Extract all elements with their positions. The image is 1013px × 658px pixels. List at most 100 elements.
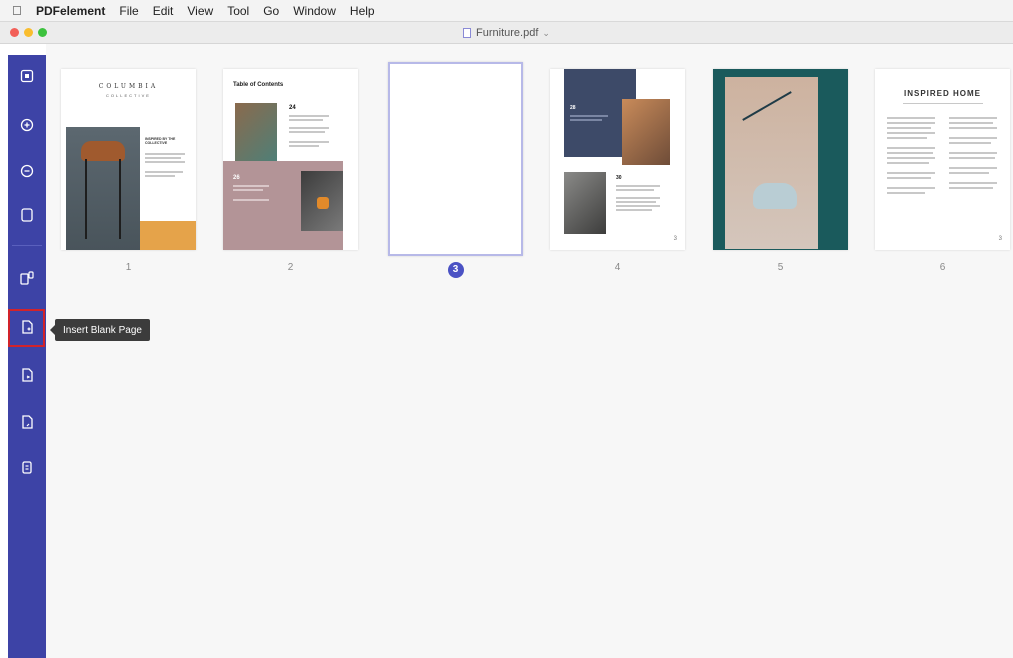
text-line [949, 167, 997, 169]
page-thumbnail-3-blank[interactable] [388, 62, 523, 256]
apple-menu-icon[interactable]:  [12, 3, 36, 18]
page-1-title: COLUMBIA [98, 83, 159, 90]
page-5-chair [753, 183, 797, 209]
page-thumbnail-5[interactable] [713, 69, 848, 250]
insert-page-button[interactable] [17, 268, 37, 288]
text-line [949, 142, 991, 144]
menu-edit[interactable]: Edit [153, 4, 174, 18]
replace-page-icon [22, 415, 33, 429]
text-line [616, 209, 652, 211]
page-1-chair-seat [81, 141, 125, 161]
zoom-out-button[interactable] [17, 161, 37, 181]
page-thumbnail-area: COLUMBIA COLLECTIVE INSPIRED BY THE COLL… [46, 44, 1013, 658]
text-line [616, 205, 660, 207]
text-line [289, 141, 329, 143]
text-line [145, 161, 185, 163]
text-line [289, 127, 329, 129]
page-1-accent-block [140, 221, 196, 250]
text-line [949, 187, 993, 189]
text-line [887, 117, 935, 119]
page-thumbnail-1[interactable]: COLUMBIA COLLECTIVE INSPIRED BY THE COLL… [61, 69, 196, 250]
text-line [145, 157, 181, 159]
text-line [145, 171, 183, 173]
delete-page-button[interactable] [17, 457, 37, 477]
text-line [949, 127, 997, 129]
text-line [616, 189, 654, 191]
text-line [887, 132, 935, 134]
menu-window[interactable]: Window [293, 4, 336, 18]
page-2-item-number: 26 [233, 175, 240, 181]
text-line [616, 201, 656, 203]
text-line [233, 189, 263, 191]
text-line [887, 147, 935, 149]
menu-view[interactable]: View [187, 4, 213, 18]
text-line [887, 157, 935, 159]
fit-page-button[interactable] [17, 66, 37, 86]
menu-app-name[interactable]: PDFelement [36, 4, 105, 18]
pdf-file-icon [463, 28, 472, 38]
text-line [570, 115, 608, 117]
document-title[interactable]: Furniture.pdf ⌄ [0, 22, 1013, 44]
single-page-view-button[interactable] [17, 205, 37, 225]
text-line [289, 131, 325, 133]
insert-blank-page-tooltip: Insert Blank Page [50, 319, 150, 341]
text-line [887, 187, 935, 189]
text-line [949, 172, 989, 174]
menu-file[interactable]: File [119, 4, 138, 18]
document-title-text: Furniture.pdf [476, 27, 539, 39]
chevron-down-icon[interactable]: ⌄ [542, 28, 550, 39]
text-line [289, 145, 319, 147]
fit-page-icon [20, 69, 34, 83]
page-2-orange-chair [317, 197, 329, 209]
menu-go[interactable]: Go [263, 4, 279, 18]
page-number-4: 4 [614, 262, 621, 273]
text-line [903, 103, 983, 104]
text-line [887, 127, 931, 129]
text-line [949, 152, 997, 154]
replace-page-button[interactable] [17, 412, 37, 432]
text-line [233, 185, 269, 187]
page-thumbnail-6[interactable]: INSPIRED HOME 3 [875, 69, 1010, 250]
text-line [233, 199, 269, 201]
page-view-icon [21, 208, 33, 222]
text-line [887, 137, 927, 139]
text-line [145, 175, 175, 177]
page-number-2: 2 [287, 262, 294, 273]
zoom-in-icon [20, 118, 34, 132]
page-number-1: 1 [125, 262, 132, 273]
text-line [570, 119, 602, 121]
menu-bar:  PDFelement File Edit View Tool Go Wind… [0, 0, 1013, 22]
page-2-photo-sofa [235, 103, 277, 161]
page-thumbnail-4[interactable]: 28 30 3 [550, 69, 685, 250]
text-line [887, 177, 931, 179]
page-tools-sidebar [8, 55, 46, 658]
menu-help[interactable]: Help [350, 4, 375, 18]
text-line [887, 162, 929, 164]
text-line [145, 153, 185, 155]
page-4-folio: 3 [673, 236, 677, 242]
insert-page-icon [20, 271, 34, 285]
text-line [949, 157, 995, 159]
insert-blank-page-highlight [8, 309, 45, 347]
page-1-subtitle: COLLECTIVE [106, 93, 151, 98]
text-line [949, 137, 997, 139]
page-2-item-number: 24 [289, 105, 296, 111]
page-4-photo-people [622, 99, 670, 165]
sidebar-divider [12, 245, 42, 246]
text-line [887, 172, 935, 174]
page-4-photo-texture [564, 172, 606, 234]
zoom-out-icon [20, 164, 34, 178]
menu-tool[interactable]: Tool [227, 4, 249, 18]
extract-page-button[interactable] [17, 365, 37, 385]
page-6-title: INSPIRED HOME [903, 89, 981, 98]
page-4-item-number: 28 [570, 105, 576, 111]
page-number-5: 5 [777, 262, 784, 273]
page-thumbnail-2[interactable]: Table of Contents 24 26 [223, 69, 358, 250]
text-line [616, 185, 660, 187]
page-1-chair-leg [85, 159, 87, 239]
text-line [887, 192, 925, 194]
text-line [949, 182, 997, 184]
page-1-chair-leg [119, 159, 121, 239]
zoom-in-button[interactable] [17, 115, 37, 135]
text-line [289, 119, 323, 121]
